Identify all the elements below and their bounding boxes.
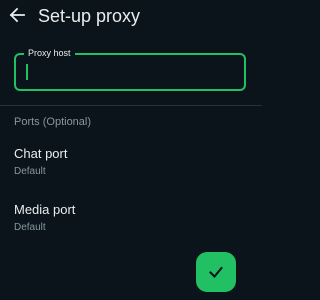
arrow-left-icon	[9, 7, 25, 23]
ports-section-header: Ports (Optional)	[14, 116, 92, 128]
chat-port-title: Chat port	[14, 146, 68, 161]
text-cursor	[26, 64, 28, 80]
back-button[interactable]	[6, 4, 28, 26]
section-divider	[0, 105, 262, 106]
check-icon	[209, 266, 223, 278]
chat-port-row[interactable]: Chat port Default	[0, 145, 262, 187]
chat-port-value: Default	[14, 166, 46, 177]
media-port-title: Media port	[14, 202, 76, 217]
media-port-value: Default	[14, 222, 46, 233]
media-port-row[interactable]: Media port Default	[0, 201, 262, 243]
page-title: Set-up proxy	[38, 6, 141, 26]
confirm-button[interactable]	[196, 252, 236, 292]
proxy-host-field[interactable]: Proxy host	[14, 47, 246, 91]
proxy-host-input[interactable]	[16, 55, 244, 89]
app-bar: Set-up proxy	[0, 0, 262, 32]
